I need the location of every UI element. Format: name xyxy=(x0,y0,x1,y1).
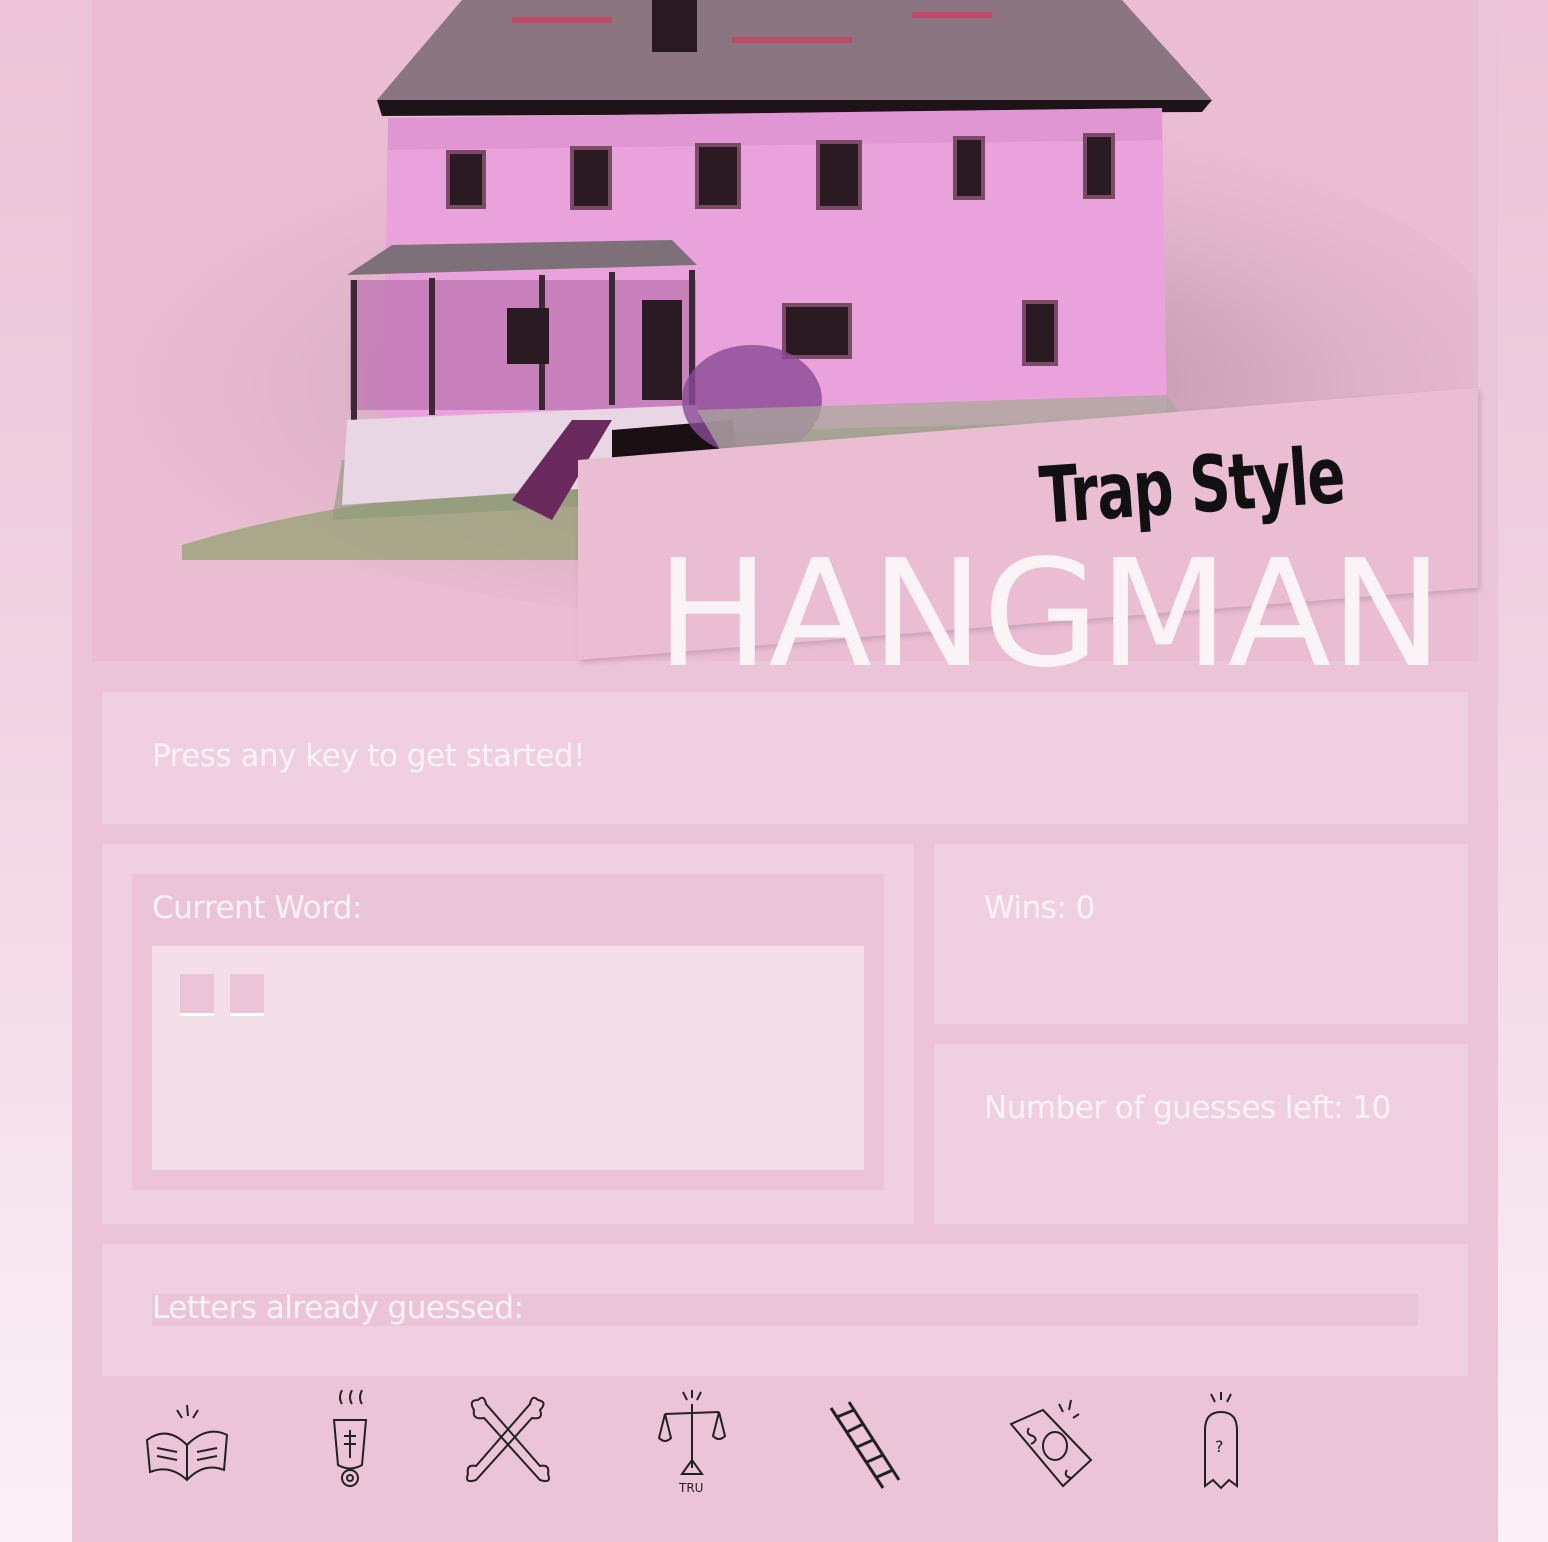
ladder-icon xyxy=(829,1401,901,1489)
guesses-left-panel: Number of guesses left: 10 xyxy=(934,1044,1468,1224)
current-word-display xyxy=(152,946,864,1170)
status-panel: Press any key to get started! xyxy=(102,692,1468,824)
letter-slot xyxy=(230,974,264,1016)
hot-cup-icon xyxy=(332,1390,368,1487)
ghost-icon: ? xyxy=(1204,1392,1238,1490)
money-icon xyxy=(1009,1399,1093,1488)
letters-guessed-panel: Letters already guessed: xyxy=(102,1244,1468,1376)
scales-icon: TRU xyxy=(657,1390,727,1495)
wins-panel: Wins: 0 xyxy=(934,844,1468,1024)
book-icon xyxy=(145,1404,229,1482)
current-word-label: Current Word: xyxy=(152,890,362,926)
guesses-left-count: Number of guesses left: 10 xyxy=(984,1090,1391,1126)
title-hangman: HANGMAN xyxy=(656,528,1443,700)
title-trap-style: Trap Style xyxy=(1036,430,1347,542)
game-container: Trap Style HANGMAN Press any key to get … xyxy=(72,0,1498,1542)
current-word-panel: Current Word: xyxy=(102,844,914,1224)
scales-label: TRU xyxy=(678,1481,703,1495)
status-message: Press any key to get started! xyxy=(152,738,586,774)
crossbones-icon xyxy=(466,1396,550,1483)
letters-guessed-label: Letters already guessed: xyxy=(152,1290,524,1326)
wins-count: Wins: 0 xyxy=(984,890,1095,926)
current-word-frame: Current Word: xyxy=(132,874,884,1190)
svg-text:?: ? xyxy=(1215,1437,1224,1456)
letter-slot xyxy=(180,974,214,1016)
